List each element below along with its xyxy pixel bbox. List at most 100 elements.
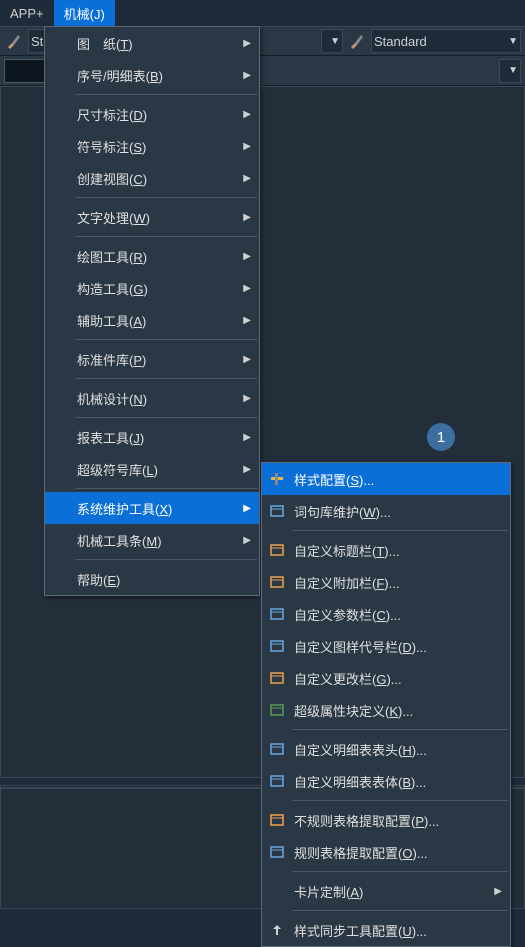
main-menu-item-9[interactable]: 标准件库(P) ▶ xyxy=(45,343,259,375)
main-menu-item-1[interactable]: 序号/明细表(B)▶ xyxy=(45,59,259,91)
main-menu-item-2[interactable]: 尺寸标注(D)▶ xyxy=(45,98,259,130)
main-menu-item-6[interactable]: 绘图工具(R)▶ xyxy=(45,240,259,272)
menu-separator xyxy=(75,94,257,95)
menu-item-label: 自定义图样代号栏(D)... xyxy=(294,637,502,656)
menu-item-icon xyxy=(49,103,71,125)
attach-icon xyxy=(266,571,288,593)
menu-item-icon xyxy=(49,348,71,370)
menu-separator xyxy=(292,530,508,531)
sub-menu-item-10[interactable]: 不规则表格提取配置(P)... xyxy=(262,804,510,836)
menu-item-label: 自定义参数栏(C)... xyxy=(294,605,502,624)
toolbar2-dropdown[interactable]: ▼ xyxy=(499,59,521,83)
menu-item-icon xyxy=(49,277,71,299)
chevron-down-icon: ▼ xyxy=(330,36,340,47)
menu-item-icon xyxy=(49,529,71,551)
menu-separator xyxy=(75,339,257,340)
submenu-arrow-icon: ▶ xyxy=(243,464,251,475)
menubar-app-plus[interactable]: APP+ xyxy=(0,2,54,25)
submenu-arrow-icon: ▶ xyxy=(243,283,251,294)
main-menu-item-13[interactable]: 系统维护工具(X)▶ xyxy=(45,492,259,524)
menu-separator xyxy=(75,559,257,560)
submenu-arrow-icon: ▶ xyxy=(243,38,251,49)
submenu-arrow-icon: ▶ xyxy=(243,432,251,443)
menu-item-icon xyxy=(49,497,71,519)
menu-separator xyxy=(75,197,257,198)
main-menu-item-14[interactable]: 机械工具条(M)▶ xyxy=(45,524,259,556)
sub-menu-item-6[interactable]: 自定义更改栏(G)... xyxy=(262,662,510,694)
dict-icon xyxy=(266,500,288,522)
main-menu-item-10[interactable]: 机械设计(N)▶ xyxy=(45,382,259,414)
menu-item-label: 标准件库(P) xyxy=(77,350,229,369)
sub-menu: 样式配置(S)...词句库维护(W)... 自定义标题栏(T)... 自定义附加栏(… xyxy=(261,462,511,947)
sub-menu-item-4[interactable]: 自定义参数栏(C)... xyxy=(262,598,510,630)
submenu-arrow-icon: ▶ xyxy=(243,109,251,120)
menu-item-icon xyxy=(49,426,71,448)
menubar: APP+ 机械(J) xyxy=(0,0,525,26)
submenu-arrow-icon: ▶ xyxy=(243,212,251,223)
extract1-icon xyxy=(266,809,288,831)
menu-item-label: 自定义明细表表体(B)... xyxy=(294,772,502,791)
menu-item-label: 符号标注(S) xyxy=(77,137,229,156)
extract2-icon xyxy=(266,841,288,863)
submenu-arrow-icon: ▶ xyxy=(243,141,251,152)
menu-item-label: 超级属性块定义(K)... xyxy=(294,701,502,720)
main-menu-item-15[interactable]: 帮助(E) xyxy=(45,563,259,595)
menu-item-label: 序号/明细表(B) xyxy=(77,66,229,85)
blank-icon xyxy=(266,880,288,902)
main-menu-item-11[interactable]: 报表工具(J) ▶ xyxy=(45,421,259,453)
main-menu-item-4[interactable]: 创建视图(C) ▶ xyxy=(45,162,259,194)
menu-item-label: 报表工具(J) xyxy=(77,428,229,447)
menu-item-icon xyxy=(49,309,71,331)
menu-separator xyxy=(292,871,508,872)
menu-item-label: 创建视图(C) xyxy=(77,169,229,188)
tools-icon xyxy=(266,468,288,490)
menu-item-label: 超级符号库(L) xyxy=(77,460,229,479)
main-menu: 图 纸(T)▶序号/明细表(B)▶尺寸标注(D)▶符号标注(S)▶创建视图(C)… xyxy=(44,26,260,596)
sub-menu-item-7[interactable]: 超级属性块定义(K)... xyxy=(262,694,510,726)
header-icon xyxy=(266,738,288,760)
submenu-arrow-icon: ▶ xyxy=(243,173,251,184)
change-icon xyxy=(266,667,288,689)
menu-item-icon xyxy=(49,64,71,86)
title-icon xyxy=(266,539,288,561)
main-menu-item-7[interactable]: 构造工具(G) ▶ xyxy=(45,272,259,304)
toolbar-standard-combo[interactable]: Standard ▼ xyxy=(371,29,521,53)
submenu-arrow-icon: ▶ xyxy=(243,251,251,262)
sub-menu-item-9[interactable]: 自定义明细表表体(B)... xyxy=(262,765,510,797)
menu-separator xyxy=(75,378,257,379)
toolbar-mid-dropdown[interactable]: ▼ xyxy=(321,29,343,53)
sub-menu-item-12[interactable]: 卡片定制(A)▶ xyxy=(262,875,510,907)
menu-item-label: 辅助工具(A) xyxy=(77,311,229,330)
sub-menu-item-11[interactable]: 规则表格提取配置(O)... xyxy=(262,836,510,868)
menu-item-label: 卡片定制(A) xyxy=(294,882,480,901)
main-menu-item-12[interactable]: 超级符号库(L) ▶ xyxy=(45,453,259,485)
menubar-mechanical[interactable]: 机械(J) xyxy=(54,0,115,27)
menu-item-label: 机械设计(N) xyxy=(77,389,229,408)
param-icon xyxy=(266,603,288,625)
chevron-down-icon: ▼ xyxy=(508,65,518,76)
sub-menu-item-3[interactable]: 自定义附加栏(F)... xyxy=(262,566,510,598)
main-menu-item-3[interactable]: 符号标注(S) ▶ xyxy=(45,130,259,162)
sub-menu-item-1[interactable]: 词句库维护(W)... xyxy=(262,495,510,527)
sub-menu-item-0[interactable]: 样式配置(S)... xyxy=(262,463,510,495)
main-menu-item-0[interactable]: 图 纸(T)▶ xyxy=(45,27,259,59)
menu-separator xyxy=(75,236,257,237)
menu-item-label: 自定义更改栏(G)... xyxy=(294,669,502,688)
menu-item-icon xyxy=(49,32,71,54)
main-menu-item-8[interactable]: 辅助工具(A)▶ xyxy=(45,304,259,336)
sub-menu-item-5[interactable]: 自定义图样代号栏(D)... xyxy=(262,630,510,662)
sub-menu-item-2[interactable]: 自定义标题栏(T)... xyxy=(262,534,510,566)
menu-item-icon xyxy=(49,206,71,228)
menu-item-label: 规则表格提取配置(O)... xyxy=(294,843,502,862)
menu-item-icon xyxy=(49,245,71,267)
submenu-arrow-icon: ▶ xyxy=(243,503,251,514)
menu-item-label: 构造工具(G) xyxy=(77,279,229,298)
sync-icon xyxy=(266,919,288,941)
sub-menu-item-13[interactable]: 样式同步工具配置(U)... xyxy=(262,914,510,946)
menu-item-icon xyxy=(49,167,71,189)
main-menu-item-5[interactable]: 文字处理(W)▶ xyxy=(45,201,259,233)
menu-item-label: 自定义标题栏(T)... xyxy=(294,541,502,560)
code-icon xyxy=(266,635,288,657)
sub-menu-item-8[interactable]: 自定义明细表表头(H)... xyxy=(262,733,510,765)
submenu-arrow-icon: ▶ xyxy=(243,354,251,365)
